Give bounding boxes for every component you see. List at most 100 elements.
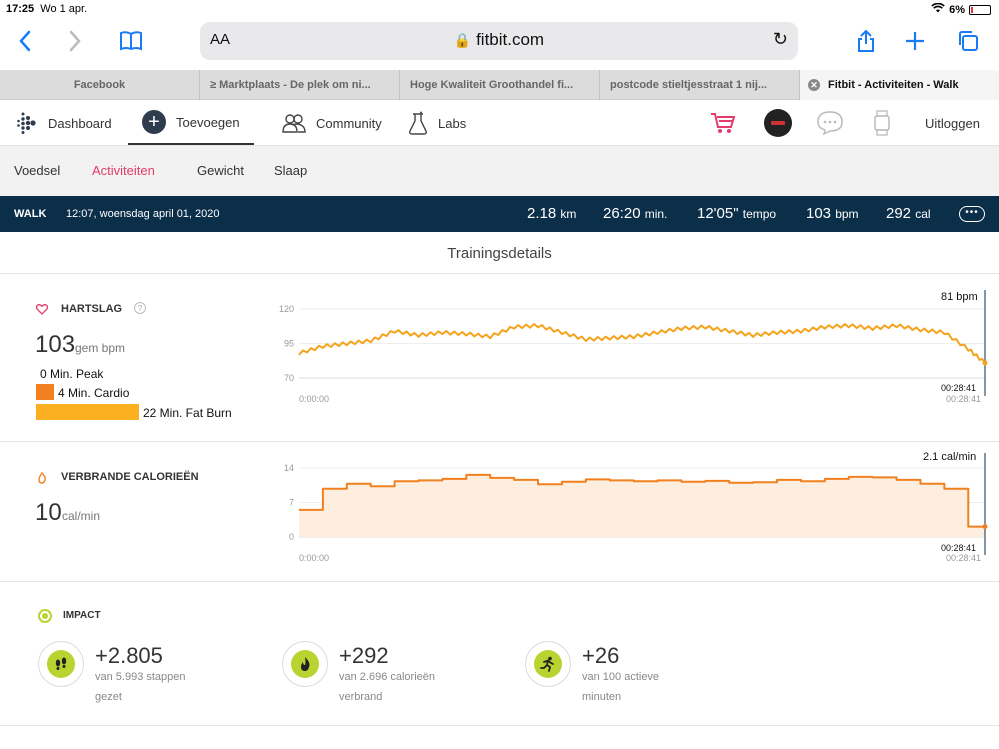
y-tick-label: 95 bbox=[284, 339, 294, 349]
browser-tabs: Facebook ≥ Marktplaats - De plek om ni..… bbox=[0, 70, 999, 100]
subnav-food[interactable]: Voedsel bbox=[14, 163, 60, 178]
nav-add[interactable]: + Toevoegen bbox=[128, 101, 254, 145]
cursor-point bbox=[982, 360, 988, 366]
nav-add-label: Toevoegen bbox=[176, 114, 240, 130]
flame-small-icon bbox=[37, 471, 47, 489]
heart-cursor-time: 00:28:41 bbox=[941, 383, 977, 393]
address-bar[interactable]: AA 🔒 fitbit.com ↻ bbox=[200, 22, 798, 60]
divider bbox=[0, 441, 999, 442]
heart-rate-label: HARTSLAG bbox=[61, 303, 123, 315]
sub-nav: Voedsel Activiteiten Gewicht Slaap bbox=[0, 146, 999, 196]
fitbit-main-nav: Dashboard + Toevoegen Community Labs Uit… bbox=[0, 101, 999, 146]
impact-active-line1: van 100 actieve bbox=[582, 671, 660, 683]
stat-duration: 26:20 min. bbox=[603, 205, 668, 222]
impact-steps-badge bbox=[38, 641, 84, 687]
y-tick-label: 0 bbox=[289, 532, 294, 542]
lock-icon: 🔒 bbox=[453, 32, 472, 48]
zone-fatburn-bar bbox=[36, 404, 139, 420]
tab-marktplaats[interactable]: ≥ Marktplaats - De plek om ni... bbox=[200, 70, 400, 100]
nav-dashboard-label: Dashboard bbox=[48, 115, 112, 131]
y-tick-label: 70 bbox=[284, 373, 294, 383]
impact-active-value: +26 bbox=[582, 643, 620, 668]
wifi-icon bbox=[931, 2, 945, 16]
tabs-overview-icon[interactable] bbox=[953, 26, 983, 56]
logout-link[interactable]: Uitloggen bbox=[925, 101, 980, 145]
zone-cardio-label: 4 Min. Cardio bbox=[58, 386, 130, 400]
nav-community-label: Community bbox=[316, 115, 382, 131]
calories-x-start: 0:00:00 bbox=[299, 553, 330, 563]
status-bar: 17:25 Wo 1 apr. 6% bbox=[0, 0, 999, 18]
subnav-activities[interactable]: Activiteiten bbox=[92, 163, 155, 178]
reload-icon[interactable]: ↻ bbox=[773, 29, 788, 50]
impact-active-badge bbox=[525, 641, 571, 687]
status-right: 6% bbox=[931, 2, 991, 16]
y-tick-label: 120 bbox=[279, 304, 294, 314]
more-options-icon[interactable]: ••• bbox=[959, 206, 985, 222]
impact-calories-badge bbox=[282, 641, 328, 687]
help-icon[interactable]: ? bbox=[134, 302, 146, 314]
heart-rate-chart: 120 95 70 bbox=[279, 290, 988, 396]
tab-fitbit-label: Fitbit - Activiteiten - Walk bbox=[828, 79, 959, 91]
y-tick-label: 14 bbox=[284, 463, 294, 473]
nav-labs-label: Labs bbox=[438, 115, 467, 131]
heart-icon bbox=[35, 302, 49, 320]
add-icon: + bbox=[142, 110, 166, 134]
impact-steps-value: +2.805 bbox=[95, 643, 163, 668]
impact-label: IMPACT bbox=[63, 610, 101, 621]
activity-summary-bar: WALK 12:07, woensdag april 01, 2020 2.18… bbox=[0, 196, 999, 232]
battery-percent: 6% bbox=[949, 3, 965, 16]
close-tab-icon[interactable]: ✕ bbox=[808, 79, 820, 91]
subnav-sleep[interactable]: Slaap bbox=[274, 163, 307, 178]
back-icon[interactable] bbox=[10, 26, 40, 56]
impact-steps-line1: van 5.993 stappen bbox=[95, 671, 186, 683]
cart-icon[interactable] bbox=[710, 101, 736, 145]
nav-community[interactable]: Community bbox=[282, 101, 382, 145]
tab-facebook[interactable]: Facebook bbox=[0, 70, 200, 100]
impact-calories-line2: verbrand bbox=[339, 691, 383, 703]
new-tab-icon[interactable] bbox=[900, 26, 930, 56]
calories-avg-value: 10 bbox=[35, 499, 62, 526]
tab-groothandel[interactable]: Hoge Kwaliteit Groothandel fi... bbox=[400, 70, 600, 100]
share-icon[interactable] bbox=[851, 26, 881, 56]
footsteps-icon bbox=[47, 650, 75, 678]
subnav-weight[interactable]: Gewicht bbox=[197, 163, 244, 178]
calories-label: VERBRANDE CALORIEËN bbox=[61, 471, 199, 483]
divider bbox=[0, 581, 999, 582]
status-time: 17:25 Wo 1 apr. bbox=[6, 3, 88, 15]
impact-calories-line1: van 2.696 calorieën bbox=[339, 671, 436, 683]
messages-icon[interactable] bbox=[816, 101, 844, 145]
heart-avg-value: 103 bbox=[35, 331, 76, 358]
tab-fitbit[interactable]: ✕ Fitbit - Activiteiten - Walk bbox=[800, 70, 999, 100]
heart-x-start: 0:00:00 bbox=[299, 394, 330, 404]
nav-labs[interactable]: Labs bbox=[408, 101, 466, 145]
heart-current-value: 81 bpm bbox=[941, 291, 978, 303]
calories-x-end: 00:28:41 bbox=[946, 553, 982, 563]
bookmarks-icon[interactable] bbox=[116, 26, 146, 56]
battery-icon bbox=[969, 4, 991, 15]
avatar[interactable] bbox=[764, 101, 792, 145]
impact-icon bbox=[38, 609, 52, 623]
heart-avg-unit: gem bpm bbox=[75, 341, 126, 355]
nav-dashboard[interactable]: Dashboard bbox=[14, 101, 112, 145]
tab-postcode[interactable]: postcode stieltjesstraat 1 nij... bbox=[600, 70, 800, 100]
flame-icon bbox=[291, 650, 319, 678]
running-icon bbox=[534, 650, 562, 678]
calories-cursor-time: 00:28:41 bbox=[941, 543, 977, 553]
activity-type: WALK bbox=[14, 208, 47, 220]
url-text: 🔒 fitbit.com bbox=[453, 30, 545, 49]
calories-area bbox=[299, 474, 985, 537]
flask-icon bbox=[408, 111, 428, 135]
stat-distance: 2.18 km bbox=[527, 205, 577, 222]
impact-calories-value: +292 bbox=[339, 643, 389, 668]
forward-icon[interactable] bbox=[60, 26, 90, 56]
calories-chart: 14 7 0 bbox=[284, 453, 988, 555]
divider bbox=[0, 725, 999, 726]
impact-steps-line2: gezet bbox=[95, 691, 122, 703]
stat-calories: 292 cal bbox=[886, 205, 931, 222]
activity-datetime: 12:07, woensdag april 01, 2020 bbox=[66, 208, 220, 220]
calories-current-value: 2.1 cal/min bbox=[923, 451, 977, 463]
device-watch-icon[interactable] bbox=[873, 101, 891, 145]
zone-peak-label: 0 Min. Peak bbox=[40, 367, 104, 381]
y-tick-label: 7 bbox=[289, 498, 294, 508]
section-title: Trainingsdetails bbox=[0, 232, 999, 274]
